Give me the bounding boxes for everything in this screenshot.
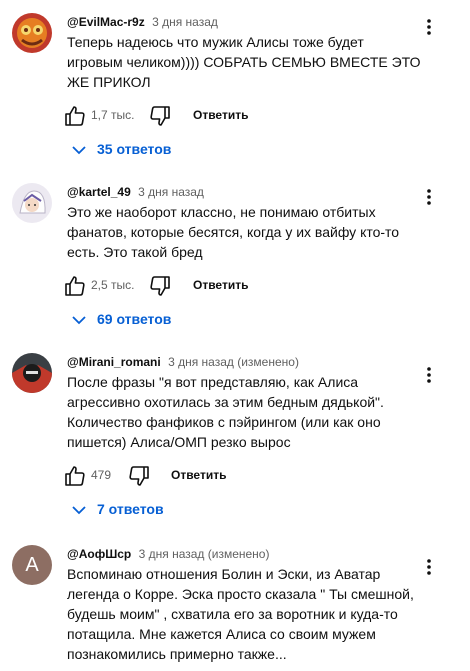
avatar[interactable] xyxy=(12,13,52,53)
chevron-down-icon xyxy=(72,146,86,155)
comment-header: @Mirani_romani 3 дня назад (изменено) xyxy=(67,353,299,371)
chevron-down-icon xyxy=(72,506,86,515)
comment-text: После фразы "я вот представляю, как Алис… xyxy=(67,374,384,450)
avatar[interactable] xyxy=(12,183,52,223)
like-count: 1,7 тыс. xyxy=(91,108,135,122)
avatar[interactable] xyxy=(12,353,52,393)
reply-button[interactable]: Ответить xyxy=(193,108,248,122)
author-name[interactable]: @АофШср xyxy=(67,547,131,561)
author-name[interactable]: @kartel_49 xyxy=(67,185,131,199)
comment-text: Вспоминаю отношения Болин и Эски, из Ава… xyxy=(67,566,414,662)
comment-time[interactable]: 3 дня назад xyxy=(152,15,218,29)
comment-actions: 1,7 тыс. Ответить xyxy=(63,104,363,134)
comment-text: Это же наоборот классно, не понимаю отби… xyxy=(67,204,400,260)
comment-text: Теперь надеюсь что мужик Алисы тоже буде… xyxy=(67,34,421,90)
more-options-icon[interactable] xyxy=(419,557,439,577)
comment-time[interactable]: 3 дня назад (изменено) xyxy=(168,355,299,369)
comment-header: @EvilMac-r9z 3 дня назад xyxy=(67,13,218,31)
avatar[interactable]: А xyxy=(12,545,52,585)
thumb-down-icon[interactable] xyxy=(127,464,151,488)
reply-button[interactable]: Ответить xyxy=(171,468,226,482)
author-name[interactable]: @EvilMac-r9z xyxy=(67,15,145,29)
comment-time[interactable]: 3 дня назад (изменено) xyxy=(139,547,270,561)
chevron-down-icon xyxy=(72,316,86,325)
thumb-up-icon[interactable] xyxy=(63,104,87,128)
more-options-icon[interactable] xyxy=(419,365,439,385)
thumb-down-icon[interactable] xyxy=(148,104,172,128)
replies-count-label: 69 ответов xyxy=(97,311,172,327)
author-name[interactable]: @Mirani_romani xyxy=(67,355,161,369)
like-count: 479 xyxy=(91,468,112,482)
thumb-up-icon[interactable] xyxy=(63,464,87,488)
more-options-icon[interactable] xyxy=(419,187,439,207)
comment-header: @kartel_49 3 дня назад xyxy=(67,183,204,201)
thumb-down-icon[interactable] xyxy=(148,274,172,298)
like-count: 2,5 тыс. xyxy=(91,278,135,292)
replies-count-label: 35 ответов xyxy=(97,141,172,157)
reply-button[interactable]: Ответить xyxy=(193,278,248,292)
comment-actions: 479 Ответить xyxy=(63,464,363,494)
more-options-icon[interactable] xyxy=(419,17,439,37)
thumb-up-icon[interactable] xyxy=(63,274,87,298)
comment-actions: 2,5 тыс. Ответить xyxy=(63,274,363,304)
comment-header: @АофШср 3 дня назад (изменено) xyxy=(67,545,269,563)
comment-time[interactable]: 3 дня назад xyxy=(138,185,204,199)
replies-count-label: 7 ответов xyxy=(97,501,164,517)
